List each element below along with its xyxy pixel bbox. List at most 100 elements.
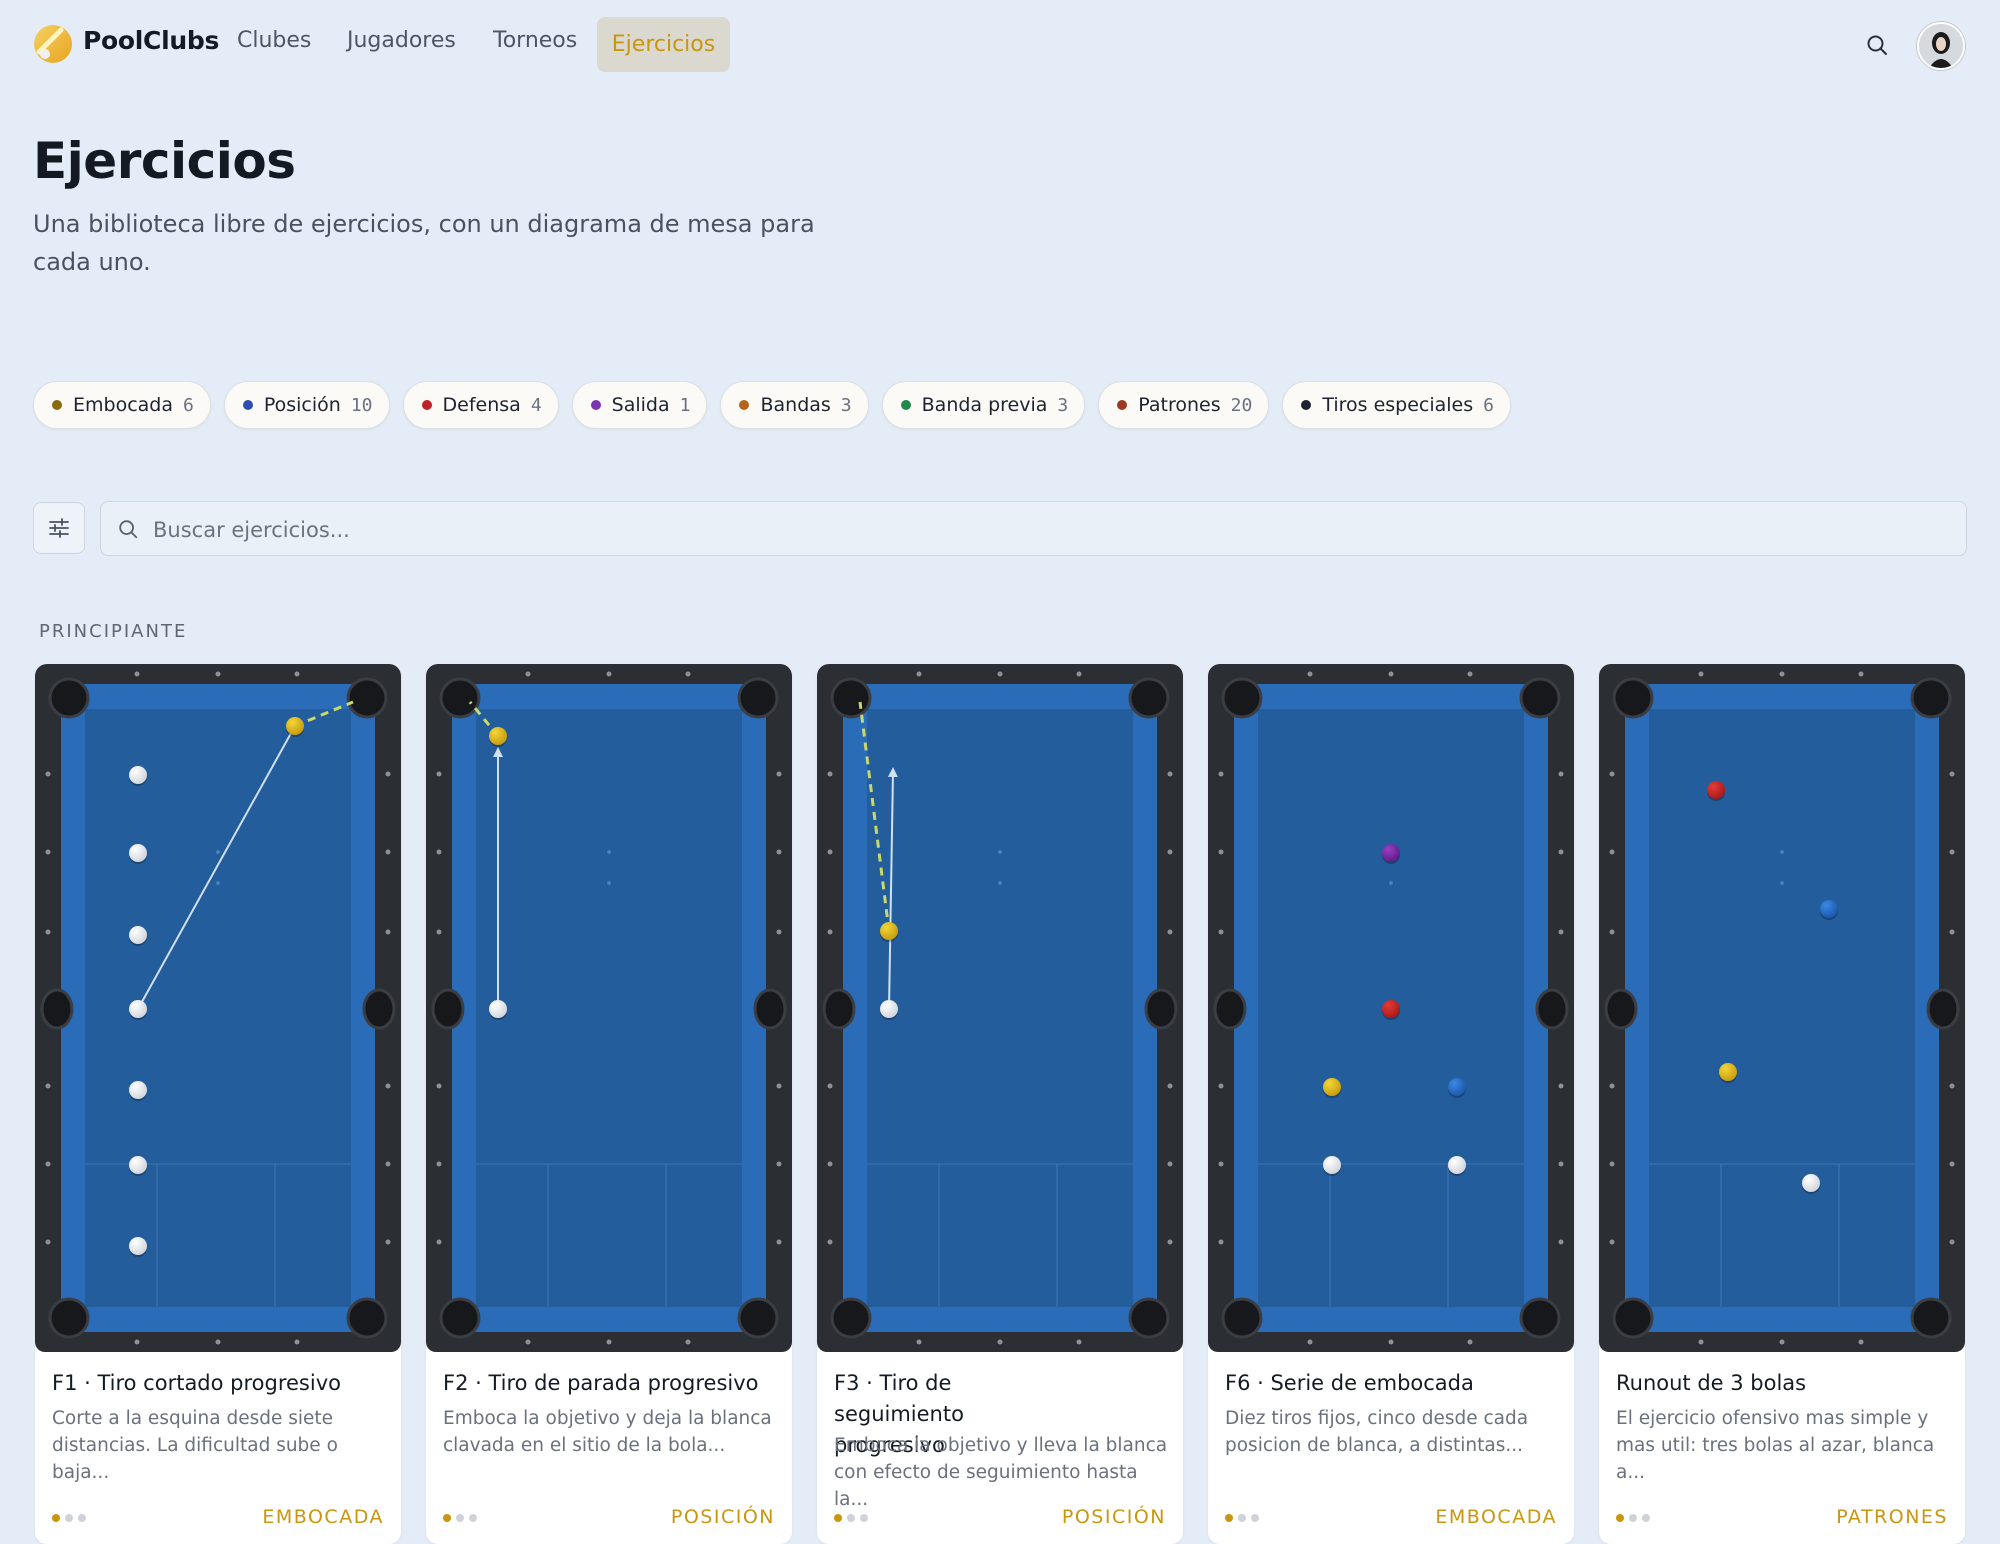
diamond-marker: [776, 1161, 782, 1167]
diamond-marker: [1558, 1083, 1564, 1089]
drill-card[interactable]: F6 · Serie de embocada Diez tiros fijos, …: [1208, 664, 1574, 1544]
drill-card[interactable]: Runout de 3 bolas El ejercicio ofensivo m…: [1599, 664, 1965, 1544]
difficulty-dot-icon: [1616, 1514, 1624, 1522]
drill-title[interactable]: F2 · Tiro de parada progresivo: [443, 1368, 773, 1399]
chip-embocada[interactable]: Embocada 6: [33, 381, 211, 429]
difficulty-dot-icon: [52, 1514, 60, 1522]
chip-label: Posición: [263, 394, 341, 416]
difficulty-dot-icon: [834, 1514, 842, 1522]
search-input[interactable]: [151, 502, 1935, 557]
foot-spot: [216, 850, 220, 854]
drill-title[interactable]: Runout de 3 bolas: [1616, 1368, 1946, 1399]
diamond-marker: [1388, 1339, 1394, 1345]
chip-label: Banda previa: [921, 394, 1048, 416]
table-felt: [867, 709, 1133, 1307]
pocket: [1612, 1297, 1654, 1339]
category-dot-icon: [1117, 400, 1128, 410]
difficulty-dot-icon: [847, 1514, 855, 1522]
category-dot-icon: [242, 400, 253, 410]
chip-tiros-especiales[interactable]: Tiros especiales 6: [1282, 381, 1511, 429]
user-avatar[interactable]: [1917, 22, 1965, 70]
poolclubs-logo-icon[interactable]: [33, 24, 73, 64]
diamond-marker: [1609, 1083, 1615, 1089]
drill-title[interactable]: F1 · Tiro cortado progresivo: [52, 1368, 382, 1399]
chip-patrones[interactable]: Patrones 20: [1098, 381, 1270, 429]
difficulty-dot-icon: [469, 1514, 477, 1522]
diamond-marker: [827, 1083, 833, 1089]
drill-card[interactable]: F2 · Tiro de parada progresivo Emboca la …: [426, 664, 792, 1544]
difficulty-dot-icon: [1225, 1514, 1233, 1522]
filter-button[interactable]: [33, 502, 85, 554]
pocket: [830, 677, 872, 719]
table-diagram[interactable]: [35, 664, 401, 1352]
page-title: Ejercicios: [33, 132, 296, 190]
pocket: [431, 988, 465, 1030]
diamond-marker: [1218, 1161, 1224, 1167]
top-nav: PoolClubs Clubes Jugadores Torneos Ejerc…: [0, 0, 2000, 88]
drill-card[interactable]: F3 · Tiro de seguimiento progresivo Emboc…: [817, 664, 1183, 1544]
table-diagram[interactable]: [1208, 664, 1574, 1352]
table-diagram[interactable]: [426, 664, 792, 1352]
chip-posición[interactable]: Posición 10: [223, 381, 390, 429]
cue-ball: [1448, 1156, 1466, 1174]
difficulty-dot-icon: [1238, 1514, 1246, 1522]
diamond-marker: [606, 1339, 612, 1345]
diamond-marker: [1218, 1239, 1224, 1245]
diamond-marker: [45, 849, 51, 855]
pocket: [48, 677, 90, 719]
chip-label: Salida: [611, 394, 670, 416]
cue-ball: [129, 766, 147, 784]
cue-ball: [129, 926, 147, 944]
pocket: [362, 988, 396, 1030]
diamond-marker: [45, 1161, 51, 1167]
table-diagram[interactable]: [817, 664, 1183, 1352]
chip-label: Patrones: [1138, 394, 1221, 416]
cue-ball: [129, 844, 147, 862]
nav-link-ejercicios[interactable]: Ejercicios: [597, 17, 730, 72]
diamond-marker: [606, 671, 612, 677]
diamond-marker: [1467, 671, 1473, 677]
drill-card[interactable]: F1 · Tiro cortado progresivo Corte a la e…: [35, 664, 401, 1544]
diamond-marker: [1858, 1339, 1864, 1345]
nav-link-torneos[interactable]: Torneos: [493, 28, 577, 53]
drill-title[interactable]: F6 · Serie de embocada: [1225, 1368, 1555, 1399]
difficulty-dots: [1225, 1514, 1265, 1524]
diamond-marker: [436, 929, 442, 935]
chip-salida[interactable]: Salida 1: [571, 381, 708, 429]
nav-link-jugadores[interactable]: Jugadores: [347, 28, 456, 53]
diamond-marker: [1609, 929, 1615, 935]
chip-banda-previa[interactable]: Banda previa 3: [881, 381, 1086, 429]
chip-bandas[interactable]: Bandas 3: [720, 381, 869, 429]
diamond-marker: [215, 1339, 221, 1345]
diamond-marker: [1949, 1239, 1955, 1245]
pocket: [1910, 1297, 1952, 1339]
cue-ball: [129, 1237, 147, 1255]
pocket: [1221, 677, 1263, 719]
table-felt: [85, 709, 351, 1307]
diamond-marker: [1858, 671, 1864, 677]
category-dot-icon: [900, 400, 911, 410]
table-diagram[interactable]: [1599, 664, 1965, 1352]
diamond-marker: [45, 1239, 51, 1245]
cue-ball: [129, 1081, 147, 1099]
avatar-image-icon: [1919, 24, 1963, 68]
diamond-marker: [685, 1339, 691, 1345]
diamond-marker: [827, 771, 833, 777]
difficulty-dot-icon: [1642, 1514, 1650, 1522]
diamond-marker: [1949, 771, 1955, 777]
nav-link-clubes[interactable]: Clubes: [237, 28, 311, 53]
brand-name[interactable]: PoolClubs: [83, 26, 219, 55]
diamond-marker: [776, 929, 782, 935]
chip-label: Defensa: [442, 394, 521, 416]
pocket: [1926, 988, 1960, 1030]
chip-label: Bandas: [760, 394, 831, 416]
diamond-marker: [1167, 1161, 1173, 1167]
search-icon[interactable]: [1865, 33, 1889, 57]
chip-defensa[interactable]: Defensa 4: [402, 381, 559, 429]
diamond-marker: [1609, 849, 1615, 855]
pocket: [737, 677, 779, 719]
diamond-marker: [436, 1083, 442, 1089]
object-ball: [1323, 1078, 1341, 1096]
diamond-marker: [776, 771, 782, 777]
foot-spot: [998, 850, 1002, 854]
